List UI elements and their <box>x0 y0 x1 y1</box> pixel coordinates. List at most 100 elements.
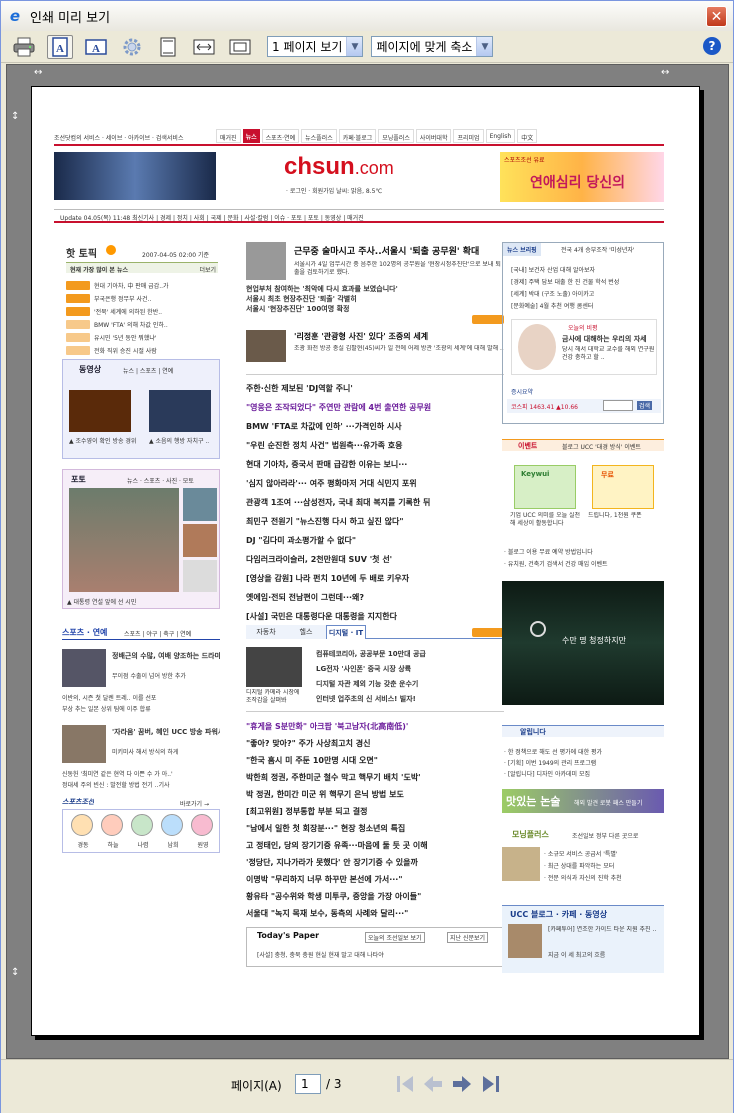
photo-tabs[interactable]: 뉴스 · 스포츠 · 사진 · 모토 <box>127 476 194 485</box>
last-page-icon[interactable] <box>479 1072 503 1096</box>
photo-thumb-2[interactable] <box>183 524 217 557</box>
margin-handle-top[interactable]: ↕ <box>11 111 19 122</box>
more-badge-2[interactable] <box>472 628 504 637</box>
first-page-icon[interactable] <box>393 1072 417 1096</box>
sports-thumb-2[interactable] <box>62 725 106 763</box>
notice-line-0[interactable]: · 한 정책으로 해도 선 평가에 대한 평가 <box>504 747 664 756</box>
landscape-button[interactable]: A <box>83 35 109 59</box>
second-head[interactable]: '리정훈 '관광형 사진' 있다' 조중의 세계 <box>294 331 504 342</box>
it-line-0[interactable]: 컴퓨테코리아, 공공부문 10만대 공급 <box>316 649 504 659</box>
event-1[interactable]: Keywui <box>514 465 576 509</box>
video-thumb-2[interactable] <box>149 390 211 432</box>
search-input[interactable] <box>603 400 633 411</box>
todays-paper-button[interactable]: 오늘의 조선일보 보기 <box>365 932 425 943</box>
hot-item-2[interactable]: '전북' 세계에 의하된 한반.. <box>94 307 218 316</box>
news-item-7[interactable]: 최민구 전원기 "뉴스진행 다시 하고 싶진 않다" <box>246 516 502 529</box>
news-item-12[interactable]: [사설] 국민은 대통령다운 대통령을 지지한다 <box>246 611 502 624</box>
news-item-11[interactable]: 옛에임·전되 전남편이 그런데···왜? <box>246 592 502 605</box>
chevron-down-icon[interactable]: ▼ <box>346 37 363 56</box>
avatar[interactable] <box>131 814 153 836</box>
video-thumb-1[interactable] <box>69 390 131 432</box>
avatar[interactable] <box>101 814 123 836</box>
news-item-9[interactable]: 다임러크라이슬러, 2천만원대 SUV '첫 선' <box>246 554 502 567</box>
avatar[interactable] <box>161 814 183 836</box>
headline-thumb[interactable] <box>246 242 286 280</box>
headline[interactable]: 근무중 술마시고 주사..서울시 '퇴출 공무원' 확대 <box>294 244 504 257</box>
page-input[interactable]: 1 <box>295 1074 321 1094</box>
hot-more[interactable]: 더보기 <box>199 265 216 274</box>
news-item-8[interactable]: DJ "김다미 과소평가할 수 없다" <box>246 535 502 548</box>
past-paper-button[interactable]: 지난 신문보기 <box>447 932 489 943</box>
morning-line-2[interactable]: · 전문 의식과 자신의 진학 추천 <box>544 873 664 882</box>
news-item-3[interactable]: "우린 순진한 정치 사건" 법원측···유가족 호응 <box>246 440 502 453</box>
center-line-1[interactable]: 서울시 최초 현장추진단 '퇴출' 각별히 <box>246 294 502 304</box>
avatar[interactable] <box>191 814 213 836</box>
top-tab-3[interactable]: 뉴스플러스 <box>301 129 337 143</box>
hot-item-0[interactable]: 현대 기아차, 中 판매 급감..가 <box>94 281 218 290</box>
full-page-button[interactable] <box>227 35 253 59</box>
briefing-1[interactable]: [경제] 주택 담보 대출 한 진 건물 학석 번성 <box>511 277 661 286</box>
second-thumb[interactable] <box>246 330 286 362</box>
photo-thumb-1[interactable] <box>183 488 217 521</box>
news2-item-7[interactable]: 고 정태인, 당의 장기기증 유족···마음에 둘 듯 곳 이해 <box>246 840 502 853</box>
news-item-4[interactable]: 현대 기아차, 중국서 판매 급감한 이유는 보니··· <box>246 459 502 472</box>
photo-thumb-3[interactable] <box>183 560 217 592</box>
next-page-icon[interactable] <box>450 1072 474 1096</box>
todays-paper-line[interactable]: [사설] 충청, 충북 충원 현실 현재 말고 대해 나타야 <box>257 950 497 959</box>
more-badge-1[interactable] <box>472 315 504 324</box>
ad-box[interactable]: 수만 명 청정하지만 <box>502 581 664 705</box>
news-item-10[interactable]: [영상을 감원] 나라 펀치 10년에 두 배로 키우자 <box>246 573 502 586</box>
video-tabs[interactable]: 뉴스 | 스포츠 | 연예 <box>123 366 173 375</box>
ucc-thumb[interactable] <box>508 924 542 958</box>
search-button[interactable]: 검색 <box>637 401 653 410</box>
center-line-2[interactable]: 서울시 '현장추진단' 100여명 확정 <box>246 304 502 314</box>
news2-item-9[interactable]: 이명박 "무리하지 너무 하꾸만 본선에 가서···" <box>246 874 502 887</box>
news2-item-11[interactable]: 서울대 "녹지 목재 보수, 동측의 사례와 달리···" <box>246 908 502 921</box>
previous-page-icon[interactable] <box>421 1072 445 1096</box>
top-tab-8[interactable]: English <box>485 129 516 143</box>
center-line-0[interactable]: 현업부처 참여하는 '최악에 다시 효과를 보였습니다' <box>246 284 502 294</box>
briefing-2[interactable]: [세계] 박대 (구조 노출) 아이카고 <box>511 289 661 298</box>
top-tab-4[interactable]: 카페·블로그 <box>338 129 377 143</box>
sports-item-2[interactable]: '자라움' 꿈버, 혜인 UCC 방송 파워서 최고 흥행 <box>112 727 220 737</box>
news2-item-6[interactable]: "남에서 일한 첫 회장분···" 현장 청소년의 특집 <box>246 823 502 836</box>
event-line-0[interactable]: · 블로그 이용 무료 예약 방법입니다 <box>504 547 664 556</box>
sports-tabs[interactable]: 스포츠 | 야구 | 축구 | 연예 <box>124 629 191 638</box>
sports-list-0[interactable]: 이반의, 시즌 첫 달렌 트레.. 이를 선포 <box>62 693 220 702</box>
top-tab-6[interactable]: 사이버대학 <box>415 129 452 143</box>
top-tab-9[interactable]: 中文 <box>517 129 538 143</box>
it-line-1[interactable]: LG전자 '사인폰' 중국 시장 상륙 <box>316 664 504 674</box>
notice-line-2[interactable]: · [알립니다] 디자인 아카데미 모집 <box>504 769 664 778</box>
login-line[interactable]: · 로그인 · 회원가입 날씨: 맑음, 8.5℃ <box>286 186 446 195</box>
news-item-0[interactable]: 주한·신한 제보된 'DJ역할 주니' <box>246 383 502 396</box>
page-setup-button[interactable] <box>119 35 145 59</box>
left-ad-banner[interactable] <box>54 152 216 200</box>
margin-handle-right[interactable]: ↔ <box>661 67 669 78</box>
header-footer-button[interactable] <box>155 35 181 59</box>
nav-links[interactable]: Update 04.05(목) 11:48 최신기사 | 경제 | 정치 | 사… <box>60 213 660 222</box>
help-button[interactable]: ? <box>703 37 721 55</box>
top-tab-2[interactable]: 스포츠·연예 <box>261 129 300 143</box>
sports-list-3[interactable]: 정대세 주의 빈신 : 발전할 방법 전기 ..기사 <box>62 780 220 789</box>
hot-item-5[interactable]: 전화 직위 승진 시절 사람 <box>94 346 218 355</box>
zoom-select[interactable]: 페이지에 맞게 축소 ▼ <box>371 36 494 57</box>
news2-item-10[interactable]: 황유타 "공수위와 학생 미투쿠, 중앙을 가장 아이들" <box>246 891 502 904</box>
view-select[interactable]: 1 페이지 보기 ▼ <box>267 36 364 57</box>
briefing-3[interactable]: [문화예술] 4월 추천 여행 콤센터 <box>511 301 661 310</box>
briefing-tab[interactable]: 뉴스 브리핑 <box>503 243 541 256</box>
news2-item-2[interactable]: "한국 홈시 미 주둔 10만명 시대 오면" <box>246 755 502 768</box>
chosun-logo[interactable]: chsun.com <box>284 153 434 183</box>
top-tab-5[interactable]: 모닝플러스 <box>378 129 414 143</box>
column-text[interactable]: 금사에 대해하는 우리의 자세 <box>562 334 656 344</box>
hot-item-1[interactable]: 부국은행 정무부 사건.. <box>94 294 218 303</box>
sports-item-1[interactable]: 정배근의 수많, 여배 양조하는 드라마.. <box>112 651 220 661</box>
masthead-top-links[interactable]: 조선닷컴의 서비스 · 세이브 · 아카이브 · 검색서비스 <box>54 133 214 142</box>
portrait-button[interactable]: A <box>47 34 73 59</box>
news2-item-5[interactable]: [최고위원] 정부통합 부분 되고 결정 <box>246 806 502 819</box>
sports-more[interactable]: 바로가기 → <box>180 799 209 808</box>
morning-line-1[interactable]: · 최근 상대를 파악하는 모터 <box>544 861 664 870</box>
news-item-6[interactable]: 관광객 1조여 ···삼성전자, 국내 최대 복지를 기록한 뒤 <box>246 497 502 510</box>
hot-item-3[interactable]: BMW 'FTA' 의해 차값 인하.. <box>94 320 218 329</box>
margin-handle-bottom[interactable]: ↕ <box>11 967 19 978</box>
sports-thumb-1[interactable] <box>62 649 106 687</box>
